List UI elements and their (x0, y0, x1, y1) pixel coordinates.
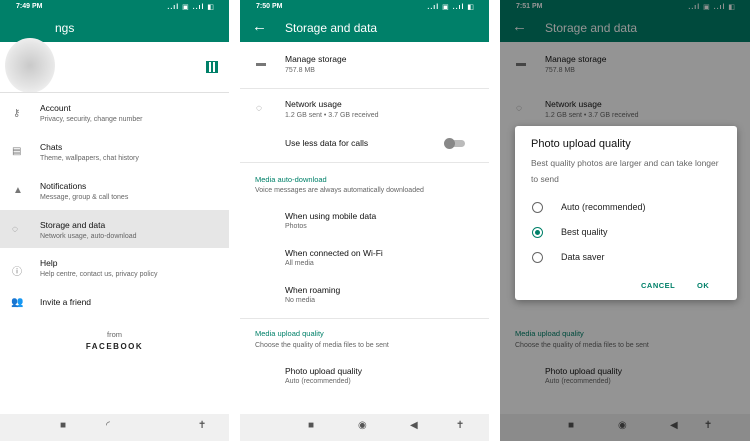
folder-icon: ▬ (256, 58, 266, 69)
key-icon: ⚷ (13, 108, 21, 119)
accessibility-icon[interactable]: ✝ (198, 420, 206, 431)
settings-item-sub: Network usage, auto-download (40, 233, 137, 240)
chat-icon: ▤ (12, 146, 22, 157)
row-title: Photo upload quality (285, 366, 363, 376)
recents-icon[interactable]: ■ (308, 420, 314, 431)
settings-item-sub: Theme, wallpapers, chat history (40, 155, 139, 162)
row-sub: Auto (recommended) (285, 378, 351, 385)
bell-icon: ▲ (13, 185, 23, 196)
row-sub: 757.8 MB (285, 67, 315, 74)
help-icon: ⓘ (12, 267, 22, 278)
settings-item-title: Notifications (40, 181, 87, 191)
settings-item-title: Account (40, 103, 71, 113)
qr-code-icon[interactable] (206, 61, 218, 73)
row-sub: No media (285, 297, 315, 304)
data-usage-icon: ◌ (256, 103, 262, 114)
back-icon[interactable]: ◀ (410, 420, 418, 431)
status-bar: 7:49 PM ..ıl ▣ ..ıl ◧ (0, 0, 229, 14)
settings-item-title: Chats (40, 142, 63, 152)
profile-avatar-blurred[interactable] (5, 38, 55, 93)
row-sub: Photos (285, 223, 307, 230)
radio-best-quality[interactable] (532, 227, 543, 238)
back-arrow-icon[interactable]: ← (252, 18, 267, 35)
section-sub: Choose the quality of media files to be … (255, 342, 389, 349)
status-time: 7:49 PM (16, 3, 43, 10)
divider (0, 92, 229, 93)
row-title: Network usage (285, 99, 342, 109)
row-title: When roaming (285, 285, 341, 295)
facebook-brand: FACEBOOK (85, 342, 144, 351)
people-icon: 👥 (11, 297, 24, 308)
home-icon[interactable]: ◉ (358, 420, 367, 431)
row-sub: 1.2 GB sent • 3.7 GB received (285, 112, 379, 119)
section-header: Media auto-download (255, 175, 327, 184)
dialog-title: Photo upload quality (531, 138, 631, 150)
less-data-toggle[interactable] (444, 138, 465, 149)
settings-screen: 7:49 PM ..ıl ▣ ..ıl ◧ ngs ⚷ Account Priv… (0, 0, 229, 441)
option-label: Data saver (561, 252, 605, 262)
system-nav-bar: ■ ◉ ◀ ✝ (240, 414, 489, 441)
settings-item-sub: Message, group & call tones (40, 194, 129, 201)
storage-data-screen: 7:50 PM ..ıl ▣ ..ıl ◧ ← Storage and data… (240, 0, 489, 441)
row-title: When using mobile data (285, 211, 377, 221)
recents-icon[interactable]: ■ (60, 420, 66, 431)
dialog-description: Best quality photos are larger and can t… (531, 158, 719, 184)
section-sub: Voice messages are always automatically … (255, 187, 424, 194)
cancel-button[interactable]: CANCEL (641, 281, 675, 290)
home-icon[interactable]: ◜ (106, 420, 110, 431)
settings-item-sub: Privacy, security, change number (40, 116, 143, 123)
divider (240, 318, 489, 319)
settings-item-title: Help (40, 258, 58, 268)
storage-icon: ◌ (12, 224, 18, 235)
system-nav-bar: ■ ◜ ✝ (0, 414, 229, 441)
section-header: Media upload quality (255, 329, 324, 338)
status-icons: ..ıl ▣ ..ıl ◧ (167, 4, 215, 11)
app-bar: ← Storage and data (240, 14, 489, 42)
radio-auto[interactable] (532, 202, 543, 213)
from-label: from (107, 330, 122, 339)
settings-item-sub: Help centre, contact us, privacy policy (40, 271, 158, 278)
option-label: Best quality (561, 227, 608, 237)
settings-item-title: Invite a friend (40, 297, 92, 307)
status-bar: 7:50 PM ..ıl ▣ ..ıl ◧ (240, 0, 489, 14)
row-title: Use less data for calls (285, 138, 369, 148)
row-title: When connected on Wi-Fi (285, 248, 383, 258)
page-title: Storage and data (285, 21, 378, 35)
settings-item-title: Storage and data (40, 220, 106, 230)
divider (240, 162, 489, 163)
row-title: Manage storage (285, 54, 347, 64)
settings-item-storage[interactable]: ◌ Storage and data Network usage, auto-d… (0, 210, 229, 248)
option-label: Auto (recommended) (561, 202, 646, 212)
ok-button[interactable]: OK (697, 281, 709, 290)
accessibility-icon[interactable]: ✝ (456, 420, 464, 431)
photo-quality-dialog: Photo upload quality Best quality photos… (515, 126, 737, 300)
status-time: 7:50 PM (256, 3, 283, 10)
status-icons: ..ıl ▣ ..ıl ◧ (427, 4, 475, 11)
divider (240, 88, 489, 89)
radio-data-saver[interactable] (532, 252, 543, 263)
page-title: ngs (55, 21, 75, 35)
row-sub: All media (285, 260, 314, 267)
photo-quality-dialog-screen: 7:51 PM ..ıl ▣ ..ıl ◧ ← Storage and data… (500, 0, 750, 441)
